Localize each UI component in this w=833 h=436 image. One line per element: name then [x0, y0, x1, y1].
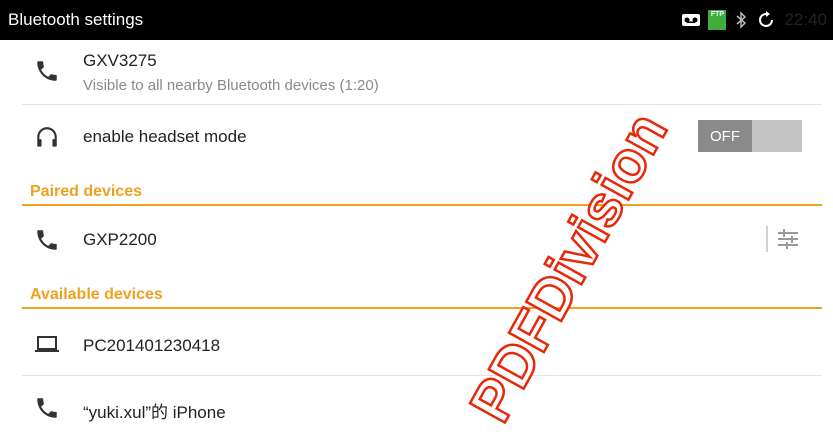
- status-icons: FTP 22:40: [682, 0, 833, 40]
- phone-icon: [37, 61, 57, 81]
- available-device-row[interactable]: “yuki.xul”的 iPhone: [0, 376, 822, 436]
- visibility-status: Visible to all nearby Bluetooth devices …: [83, 77, 379, 94]
- laptop-icon: [35, 336, 59, 352]
- available-device-row[interactable]: PC201401230418: [0, 311, 822, 375]
- paired-devices-header: Paired devices: [22, 178, 822, 206]
- available-device-name: “yuki.xul”的 iPhone: [83, 403, 226, 422]
- available-devices-header: Available devices: [22, 281, 822, 309]
- voicemail-icon: [682, 14, 701, 26]
- phone-icon: [37, 230, 57, 250]
- available-device-name: PC201401230418: [83, 336, 221, 355]
- toggle-off-label: OFF: [698, 120, 752, 152]
- sync-icon: [759, 11, 774, 27]
- headset-mode-toggle[interactable]: OFF: [698, 120, 802, 152]
- clock: 22:40: [784, 10, 827, 29]
- section-title: Available devices: [30, 286, 163, 303]
- device-settings-icon[interactable]: [766, 226, 802, 252]
- headset-mode-row[interactable]: enable headset mode OFF: [0, 105, 822, 169]
- page-title: Bluetooth settings: [8, 10, 144, 29]
- section-divider: [22, 204, 822, 206]
- device-name: GXV3275: [83, 51, 157, 70]
- paired-device-row[interactable]: GXP2200: [0, 208, 822, 272]
- bluetooth-icon: [736, 11, 747, 29]
- paired-device-name: GXP2200: [83, 230, 157, 249]
- section-divider: [22, 307, 822, 309]
- section-title: Paired devices: [30, 183, 143, 200]
- headset-mode-label: enable headset mode: [83, 127, 247, 146]
- ftp-icon: FTP: [708, 10, 727, 30]
- headset-icon: [37, 127, 57, 147]
- phone-icon: [37, 398, 57, 418]
- device-visibility-row[interactable]: GXV3275 Visible to all nearby Bluetooth …: [0, 40, 822, 104]
